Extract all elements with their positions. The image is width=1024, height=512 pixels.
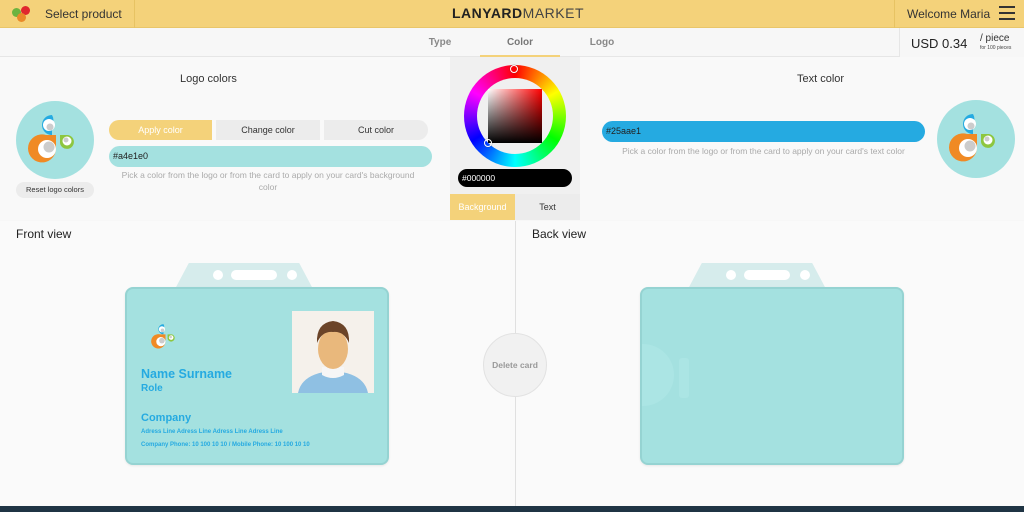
- card-company[interactable]: Company: [141, 412, 191, 424]
- card-logo-icon: [151, 324, 175, 349]
- front-card[interactable]: Name Surname Role Company Adress Line Ad…: [125, 287, 389, 465]
- text-color-hint: Pick a color from the logo or from the c…: [622, 146, 905, 156]
- company-logo-icon: [28, 115, 74, 163]
- text-color-panel: Text color Pick a color from the logo or…: [580, 57, 1024, 220]
- change-color-button[interactable]: Change color: [216, 120, 320, 140]
- photo-placeholder[interactable]: [292, 311, 374, 393]
- brand-light: MARKET: [522, 5, 584, 21]
- tab-color[interactable]: Color: [480, 28, 560, 57]
- background-color-input[interactable]: [109, 146, 432, 167]
- card-phones[interactable]: Company Phone: 10 100 10 10 / Mobile Pho…: [141, 442, 310, 448]
- lanyard-clip: [175, 263, 313, 289]
- reset-logo-colors-button[interactable]: Reset logo colors: [16, 182, 94, 198]
- select-product-label: Select product: [45, 7, 122, 21]
- hamburger-menu-icon[interactable]: [999, 6, 1015, 20]
- welcome-text: Welcome Maria: [907, 7, 991, 21]
- price-amount: USD 0.34: [911, 36, 968, 51]
- top-bar: Select product LANYARDMARKET Welcome Mar…: [0, 0, 1024, 28]
- picker-hex-input[interactable]: [458, 169, 572, 187]
- brand-logo[interactable]: LANYARDMARKET: [452, 5, 584, 21]
- logo-preview[interactable]: [16, 101, 94, 179]
- logo-preview-right[interactable]: [937, 100, 1015, 178]
- text-toggle-button[interactable]: Text: [515, 194, 580, 220]
- price-note: for 100 pieces: [980, 45, 1012, 51]
- logo-colors-panel: Logo colors Reset logo colors Apply colo…: [0, 57, 450, 220]
- front-view-panel: Front view Name Surname Role Company Adr…: [0, 221, 515, 506]
- hue-handle[interactable]: [510, 65, 518, 73]
- front-view-title: Front view: [16, 227, 72, 241]
- hue-ring[interactable]: [464, 65, 566, 167]
- color-picker-panel: Background Text: [450, 57, 580, 220]
- card-address[interactable]: Adress Line Adress Line Adress Line Adre…: [141, 429, 283, 435]
- back-card[interactable]: [640, 287, 904, 465]
- avatar-icon: [298, 321, 368, 393]
- delete-card-button[interactable]: Delete card: [483, 333, 547, 397]
- lanyard-clip-back: [688, 263, 826, 289]
- background-color-hint: Pick a color from the logo or from the c…: [121, 170, 415, 192]
- price-box: USD 0.34 / piece for 100 pieces: [899, 28, 1024, 57]
- thumb-cutout: [642, 344, 674, 406]
- back-view-panel: Back view: [516, 221, 1024, 506]
- logo-colors-title: Logo colors: [180, 73, 237, 85]
- text-color-title: Text color: [797, 73, 845, 85]
- tab-bar: Type Color Logo: [0, 28, 1024, 57]
- text-color-input[interactable]: [602, 121, 925, 142]
- background-toggle-button[interactable]: Background: [450, 194, 515, 220]
- back-view-title: Back view: [532, 227, 587, 241]
- card-name[interactable]: Name Surname: [141, 367, 232, 381]
- company-logo-icon: [949, 114, 995, 162]
- footer-bar: [0, 506, 1024, 512]
- price-unit: / piece: [980, 33, 1010, 44]
- select-product-button[interactable]: Select product: [0, 0, 135, 28]
- cut-color-button[interactable]: Cut color: [324, 120, 428, 140]
- tab-type[interactable]: Type: [410, 28, 470, 57]
- apply-color-button[interactable]: Apply color: [109, 120, 212, 140]
- color-handle[interactable]: [484, 139, 492, 147]
- tab-logo[interactable]: Logo: [572, 28, 632, 57]
- user-menu[interactable]: Welcome Maria: [894, 0, 1024, 28]
- saturation-square[interactable]: [488, 89, 542, 143]
- product-logo-icon: [12, 5, 34, 23]
- slot-cutout: [679, 358, 689, 398]
- brand-bold: LANYARD: [452, 5, 523, 21]
- card-role[interactable]: Role: [141, 383, 163, 394]
